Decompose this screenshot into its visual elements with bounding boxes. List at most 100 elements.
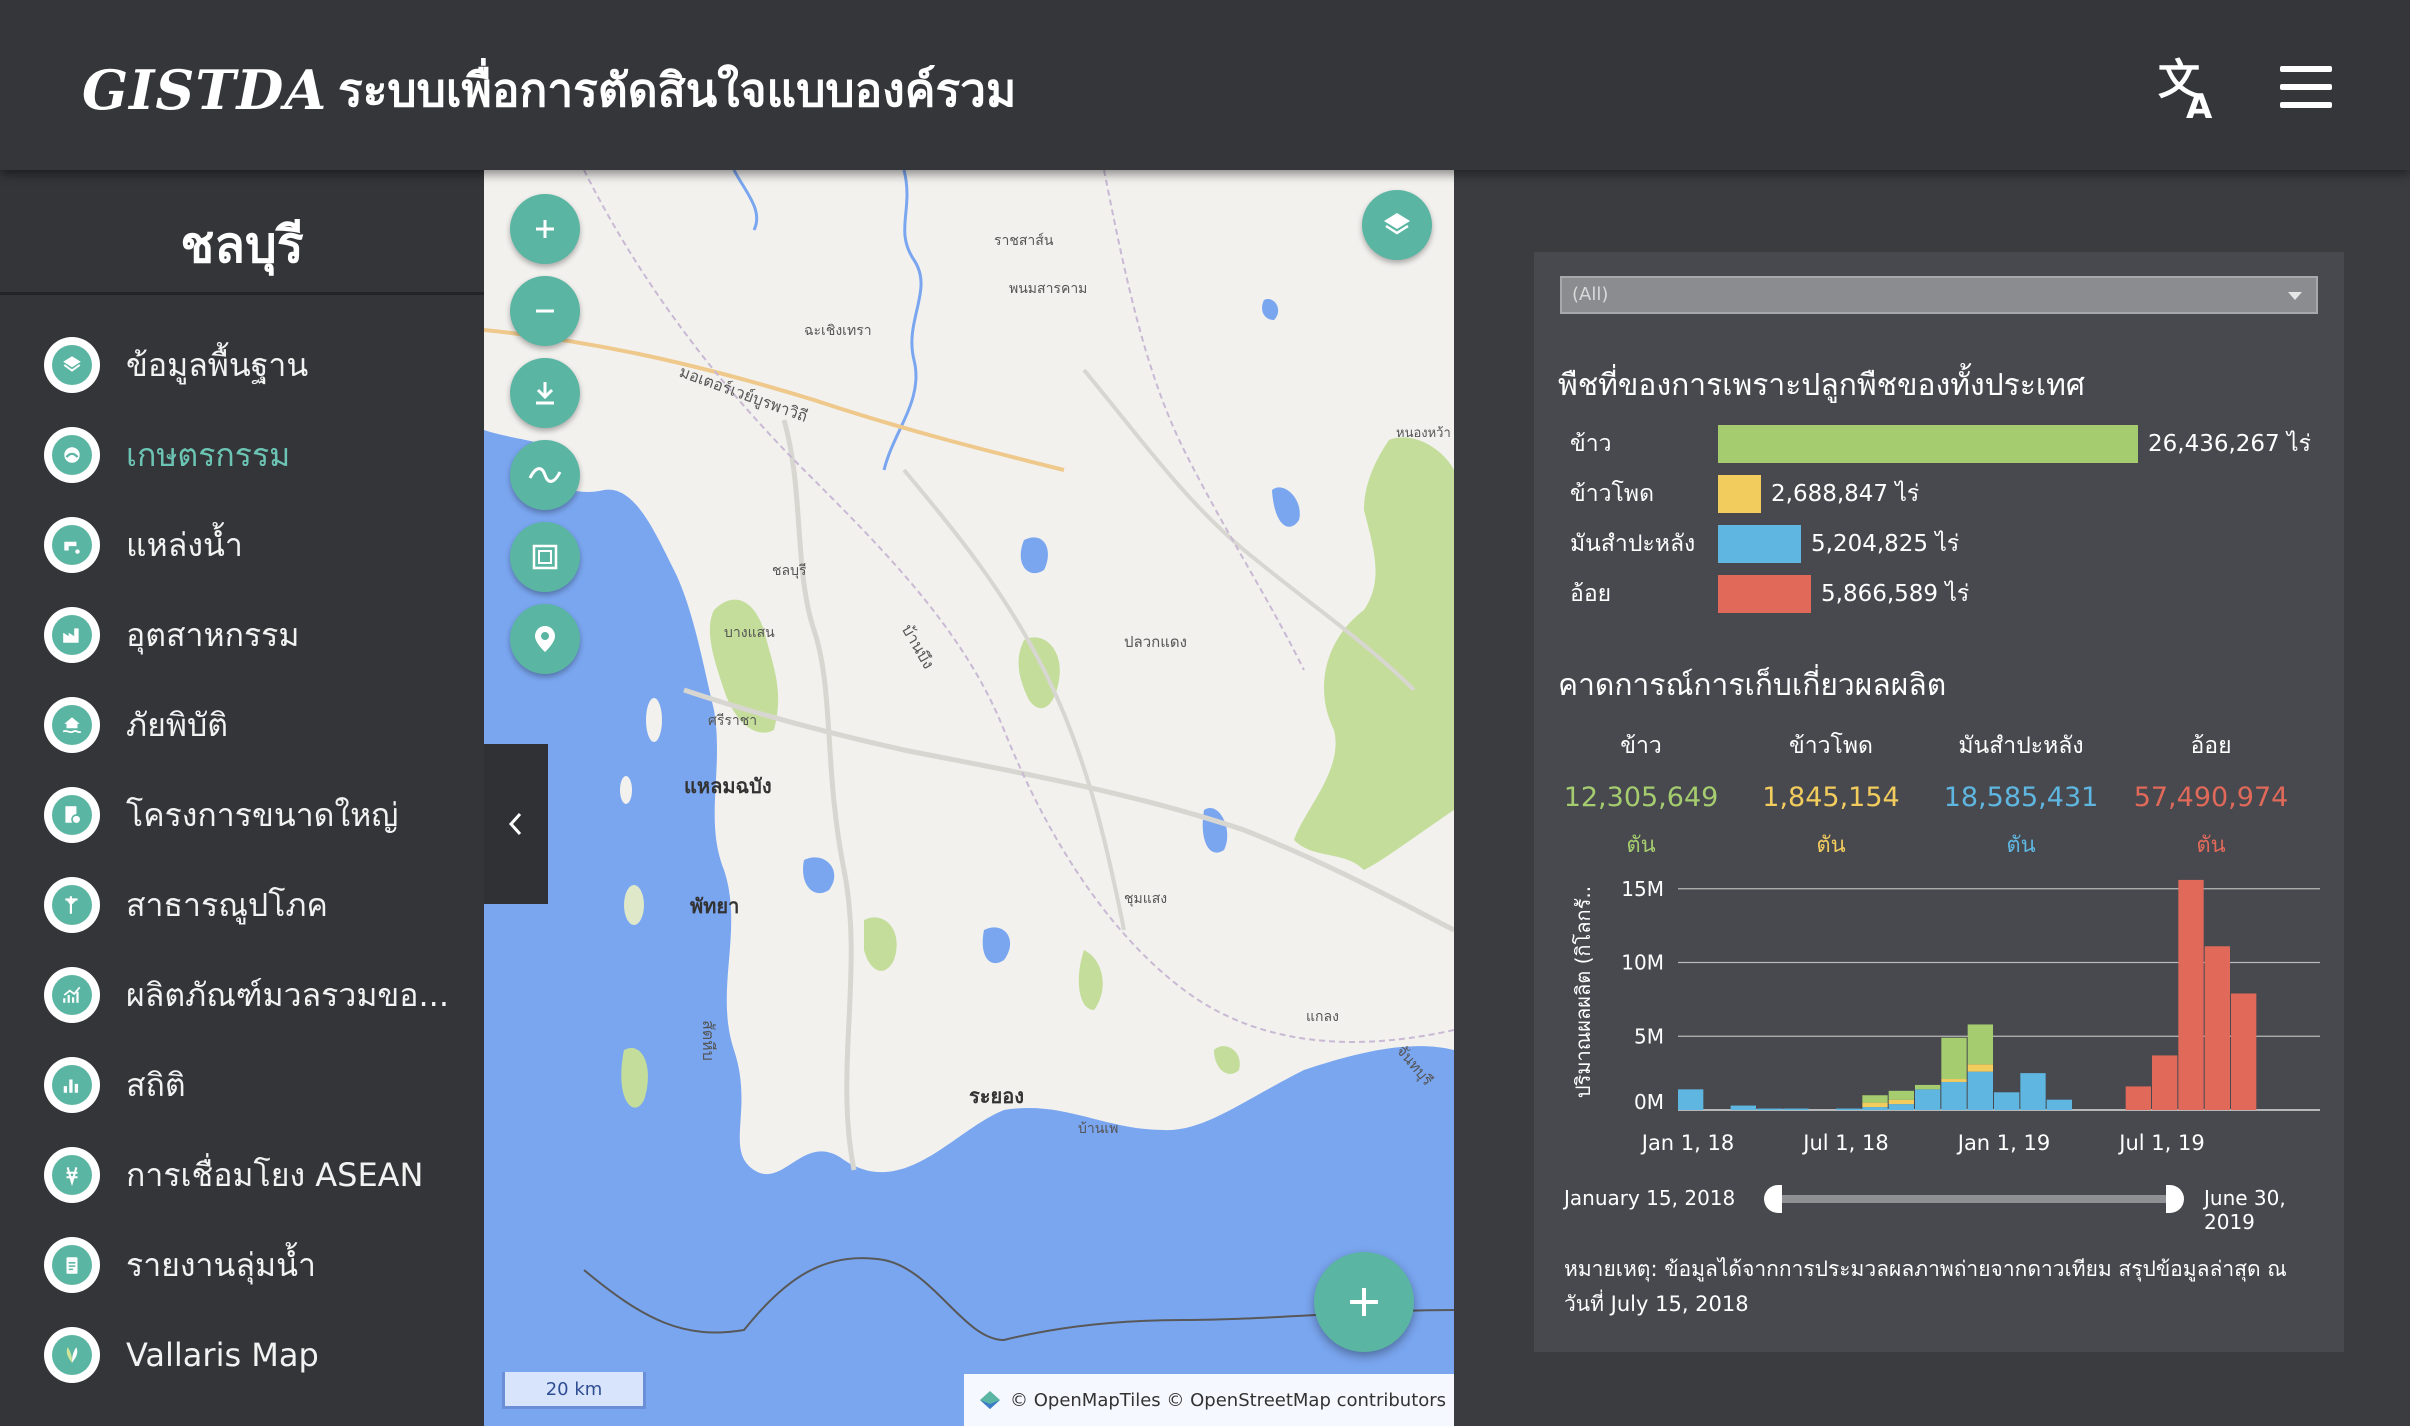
- y-tick-label: 5M: [1634, 1024, 1664, 1048]
- sidebar-item-label: ข้อมูลพื้นฐาน: [126, 345, 309, 384]
- slider-track[interactable]: [1774, 1195, 2174, 1203]
- chart-bar: [1757, 1108, 1783, 1110]
- translate-icon[interactable]: 文 A: [2156, 56, 2222, 122]
- factory-icon: [44, 607, 100, 663]
- chart-bar: [2204, 946, 2230, 1110]
- forecast-unit: ตัน: [2196, 833, 2226, 858]
- x-tick-label: Jul 1, 19: [2117, 1131, 2204, 1155]
- plus-icon: [1350, 1288, 1378, 1316]
- chart-bar: [1941, 1037, 1967, 1080]
- planting-area-row[interactable]: อ้อย 5,866,589 ไร่: [1570, 574, 1969, 614]
- sidebar-item-agriculture[interactable]: เกษตรกรรม: [44, 420, 474, 490]
- area-value: 5,866,589 ไร่: [1821, 581, 1970, 607]
- plus-icon: [536, 220, 554, 238]
- add-fab-button[interactable]: [1314, 1252, 1414, 1352]
- minus-icon: [536, 309, 554, 313]
- sidebar-item-label: Vallaris Map: [126, 1336, 319, 1374]
- chart-bar: [1836, 1108, 1862, 1110]
- layers-icon: [1384, 213, 1410, 235]
- water-tap-icon: [44, 517, 100, 573]
- sidebar-item-project-document[interactable]: โครงการขนาดใหญ่: [44, 780, 474, 850]
- sidebar-item-factory[interactable]: อุตสาหกรรม: [44, 600, 474, 670]
- bar-chart-icon: [44, 1057, 100, 1113]
- layers-toggle-button[interactable]: [1362, 190, 1432, 260]
- map-place-label: แหลมฉบัง: [684, 774, 772, 798]
- measure-line-button[interactable]: [510, 440, 580, 510]
- forecast-value: 57,490,974: [2133, 782, 2289, 813]
- x-tick-label: Jan 1, 19: [1956, 1131, 2050, 1155]
- statistics-panel: (All) พืชที่ของการเพราะปลูกพืชของทั้งประ…: [1534, 252, 2344, 1352]
- sidebar-item-water-tap[interactable]: แหล่งน้ำ: [44, 510, 474, 580]
- map-scale-bar: 20 km: [502, 1372, 646, 1409]
- crop-label: มันสำปะหลัง: [1570, 531, 1696, 557]
- map-place-label: ชุมแสง: [1124, 891, 1168, 907]
- slider-end-handle[interactable]: [2166, 1185, 2184, 1213]
- forecast-value: 1,845,154: [1762, 782, 1900, 813]
- sidebar-item-label: การเชื่อมโยง ASEAN: [126, 1155, 424, 1194]
- gistda-logo[interactable]: GISTDA: [82, 58, 327, 122]
- region-select[interactable]: (All): [1560, 276, 2318, 314]
- map-place-label: พนมสารคาม: [1009, 281, 1088, 297]
- chart-bar: [1888, 1090, 1914, 1100]
- hamburger-menu-icon[interactable]: [2280, 66, 2332, 108]
- chart-bar: [2178, 879, 2204, 1110]
- slider-start-handle[interactable]: [1764, 1185, 1782, 1213]
- project-document-icon: [44, 787, 100, 843]
- forecast-unit: ตัน: [2006, 833, 2036, 858]
- collapse-sidebar-button[interactable]: [484, 744, 548, 904]
- province-title: ชลบุรี: [180, 216, 304, 274]
- area-value: 26,436,267 ไร่: [2148, 431, 2311, 457]
- y-tick-label: 15M: [1621, 877, 1664, 901]
- area-bar[interactable]: [1718, 425, 2138, 463]
- vallaris-leaf-icon: [44, 1327, 100, 1383]
- svg-text:A: A: [2186, 87, 2213, 122]
- sidebar-item-flood-house[interactable]: ภัยพิบัติ: [44, 690, 474, 760]
- measure-area-button[interactable]: [510, 522, 580, 592]
- planting-area-row[interactable]: ข้าว 26,436,267 ไร่: [1570, 424, 2311, 464]
- sidebar-item-asean[interactable]: การเชื่อมโยง ASEAN: [44, 1140, 474, 1210]
- chart-bar: [2125, 1086, 2151, 1110]
- production-chart[interactable]: ปริมาณผลผลิต (กิโลกรั.. 0M 5M 10M 15M Jan 1, …: [1560, 864, 2330, 1164]
- sidebar-item-bar-chart[interactable]: สถิติ: [44, 1050, 474, 1120]
- y-axis-label: ปริมาณผลผลิต (กิโลกรั..: [1571, 886, 1595, 1098]
- chart-bar: [1862, 1095, 1888, 1103]
- sidebar-item-layers[interactable]: ข้อมูลพื้นฐาน: [44, 330, 474, 400]
- area-bar[interactable]: [1718, 575, 1811, 613]
- date-range-slider[interactable]: January 15, 2018 June 30, 2019: [1564, 1182, 2324, 1234]
- chart-bar: [1783, 1108, 1809, 1110]
- sidebar-item-growth-chart[interactable]: ผลิตภัณฑ์มวลรวมขอ...: [44, 960, 474, 1030]
- maptiler-logo-icon: [980, 1391, 1000, 1409]
- map-place-label: ชลบุรี: [772, 563, 807, 579]
- chart-bar: [2152, 1055, 2178, 1110]
- map-basemap[interactable]: [484, 170, 1454, 1426]
- area-bar[interactable]: [1718, 475, 1761, 513]
- map-place-label: พัทยา: [690, 894, 740, 918]
- sidebar-item-utility-pole[interactable]: สาธารณูปโภค: [44, 870, 474, 940]
- x-tick-label: Jan 1, 18: [1640, 1131, 1734, 1155]
- my-location-button[interactable]: [510, 604, 580, 674]
- zoom-out-button[interactable]: [510, 276, 580, 346]
- map-place-label: แกลง: [1306, 1009, 1339, 1025]
- zoom-in-button[interactable]: [510, 194, 580, 264]
- sidebar-item-clipboard[interactable]: รายงานลุ่มน้ำ: [44, 1230, 474, 1300]
- map-view[interactable]: ราชสาส์น พนมสารคาม ฉะเชิงเทรา มอเตอร์เวย์บู…: [484, 170, 1454, 1426]
- sidebar-item-label: ผลิตภัณฑ์มวลรวมขอ...: [126, 975, 450, 1014]
- map-place-label: บางแสน: [724, 625, 775, 641]
- chart-bar: [1862, 1107, 1888, 1110]
- layers-icon: [44, 337, 100, 393]
- clipboard-icon: [44, 1237, 100, 1293]
- attribution-text[interactable]: © OpenMapTiles © OpenStreetMap contribut…: [1010, 1390, 1446, 1411]
- app-title: ระบบเพื่อการตัดสินใจแบบองค์รวม: [338, 63, 1017, 117]
- chart-bar: [1994, 1092, 2020, 1110]
- forecast-crop-name: ข้าวโพด: [1788, 733, 1873, 759]
- crop-label: ข้าว: [1570, 431, 1612, 457]
- planting-area-row[interactable]: มันสำปะหลัง 5,204,825 ไร่: [1570, 524, 1959, 564]
- planting-area-row[interactable]: ข้าวโพด 2,688,847 ไร่: [1570, 474, 1919, 514]
- chart-bar: [1915, 1084, 1941, 1090]
- y-tick-label: 10M: [1621, 951, 1664, 975]
- forecast-column: อ้อย 57,490,974 ตัน: [2116, 728, 2306, 862]
- sidebar-item-vallaris-leaf[interactable]: Vallaris Map: [44, 1320, 474, 1390]
- download-button[interactable]: [510, 358, 580, 428]
- map-place-label: ปลวกแดง: [1124, 633, 1187, 651]
- area-bar[interactable]: [1718, 525, 1801, 563]
